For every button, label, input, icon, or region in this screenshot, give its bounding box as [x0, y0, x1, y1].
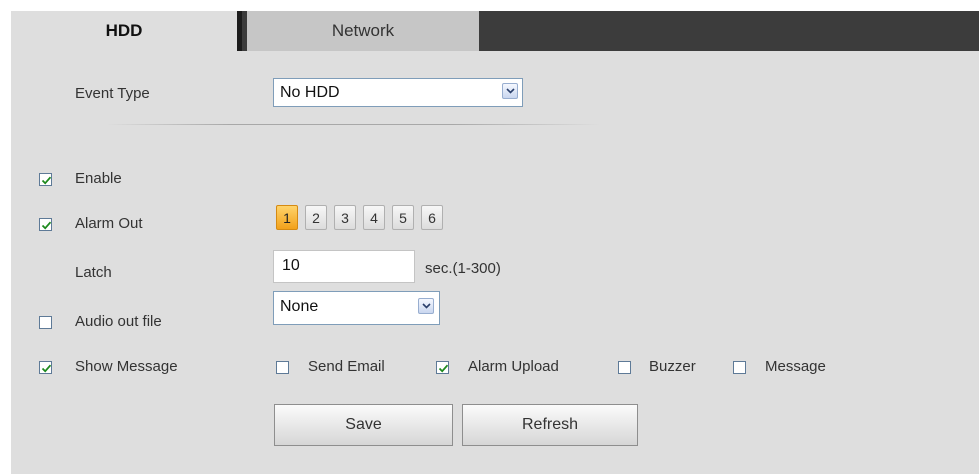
- chevron-down-icon[interactable]: [502, 83, 518, 99]
- audio-out-file-checkbox[interactable]: [39, 316, 52, 329]
- show-message-checkbox[interactable]: [39, 361, 52, 374]
- enable-checkbox[interactable]: [39, 173, 52, 186]
- alarm-channel-2[interactable]: 2: [305, 205, 327, 230]
- alarm-channel-3[interactable]: 3: [334, 205, 356, 230]
- alarm-channel-4[interactable]: 4: [363, 205, 385, 230]
- event-type-label: Event Type: [75, 85, 150, 102]
- audio-out-file-select[interactable]: None: [273, 291, 440, 325]
- checkmark-icon: [41, 221, 52, 230]
- show-message-label: Show Message: [75, 358, 178, 375]
- buzzer-checkbox[interactable]: [618, 361, 631, 374]
- checkmark-icon: [41, 364, 52, 373]
- tab-network[interactable]: Network: [247, 11, 479, 51]
- checkmark-icon: [41, 176, 52, 185]
- latch-unit-label: sec.(1-300): [425, 260, 501, 277]
- tab-bar: HDD Network: [11, 11, 979, 51]
- send-email-checkbox[interactable]: [276, 361, 289, 374]
- event-type-value: No HDD: [280, 84, 340, 101]
- alarm-upload-label: Alarm Upload: [468, 358, 559, 375]
- message-checkbox[interactable]: [733, 361, 746, 374]
- refresh-button[interactable]: Refresh: [462, 404, 638, 446]
- alarm-channel-1[interactable]: 1: [276, 205, 298, 230]
- alarm-channel-6[interactable]: 6: [421, 205, 443, 230]
- buzzer-label: Buzzer: [649, 358, 696, 375]
- section-divider: [106, 124, 601, 125]
- checkmark-icon: [438, 364, 449, 373]
- alarm-channel-5[interactable]: 5: [392, 205, 414, 230]
- alarm-out-label: Alarm Out: [75, 215, 143, 232]
- chevron-down-icon[interactable]: [418, 298, 434, 314]
- tab-hdd[interactable]: HDD: [11, 11, 242, 51]
- event-type-select[interactable]: No HDD: [273, 78, 523, 107]
- save-button[interactable]: Save: [274, 404, 453, 446]
- audio-out-file-value: None: [280, 298, 319, 315]
- latch-label: Latch: [75, 264, 112, 281]
- message-label: Message: [765, 358, 826, 375]
- send-email-label: Send Email: [308, 358, 385, 375]
- audio-out-file-label: Audio out file: [75, 313, 162, 330]
- alarm-out-checkbox[interactable]: [39, 218, 52, 231]
- enable-label: Enable: [75, 170, 122, 187]
- alarm-upload-checkbox[interactable]: [436, 361, 449, 374]
- latch-input[interactable]: 10: [273, 250, 415, 283]
- hdd-settings-panel: HDD Network Event Type No HDD Enable Ala…: [11, 11, 979, 474]
